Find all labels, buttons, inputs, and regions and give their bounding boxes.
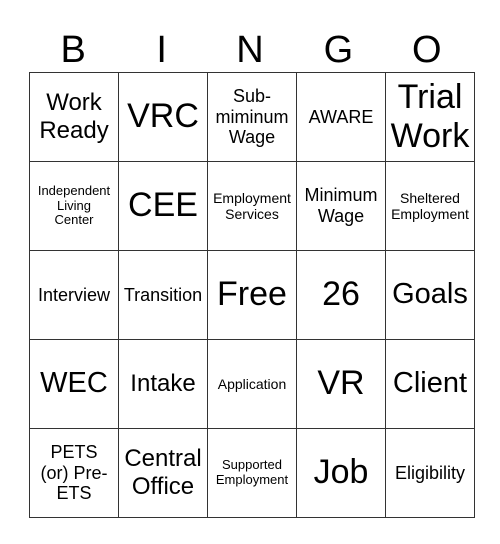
bingo-cell[interactable]: Minimum Wage [296, 161, 386, 251]
bingo-row: Interview Transition Free 26 Goals [29, 250, 475, 340]
bingo-header: B I N G O [29, 28, 471, 72]
header-letter-g: G [323, 29, 354, 71]
bingo-cell[interactable]: Work Ready [29, 72, 119, 162]
bingo-cell[interactable]: WEC [29, 339, 119, 429]
header-letter-o: O [412, 29, 442, 71]
bingo-cell[interactable]: Independent Living Center [29, 161, 119, 251]
bingo-cell[interactable]: PETS (or) Pre- ETS [29, 428, 119, 518]
bingo-cell[interactable]: Intake [118, 339, 208, 429]
bingo-cell[interactable]: Supported Employment [207, 428, 297, 518]
bingo-cell[interactable]: Trial Work [385, 72, 475, 162]
bingo-cell[interactable]: VRC [118, 72, 208, 162]
bingo-cell[interactable]: Interview [29, 250, 119, 340]
bingo-cell[interactable]: 26 [296, 250, 386, 340]
bingo-cell[interactable]: Employment Services [207, 161, 297, 251]
bingo-row: PETS (or) Pre- ETS Central Office Supported… [29, 428, 475, 518]
header-letter-b: B [60, 29, 86, 71]
bingo-cell[interactable]: Goals [385, 250, 475, 340]
bingo-cell[interactable]: Job [296, 428, 386, 518]
header-letter-i: I [156, 29, 167, 71]
bingo-row: WEC Intake Application VR Client [29, 339, 475, 429]
bingo-cell[interactable]: Eligibility [385, 428, 475, 518]
header-letter-n: N [236, 29, 264, 71]
bingo-row: Independent Living Center CEE Employment Se… [29, 161, 475, 251]
bingo-cell[interactable]: AWARE [296, 72, 386, 162]
bingo-cell[interactable]: Sub-miminum Wage [207, 72, 297, 162]
bingo-row: Work Ready VRC Sub-miminum Wage AWARE Tri… [29, 72, 475, 162]
bingo-cell[interactable]: Application [207, 339, 297, 429]
bingo-cell[interactable]: VR [296, 339, 386, 429]
bingo-cell[interactable]: Central Office [118, 428, 208, 518]
bingo-cell[interactable]: Transition [118, 250, 208, 340]
bingo-cell[interactable]: Client [385, 339, 475, 429]
bingo-cell[interactable]: Free [207, 250, 297, 340]
bingo-cell[interactable]: CEE [118, 161, 208, 251]
bingo-cell[interactable]: Sheltered Employment [385, 161, 475, 251]
bingo-card: Work Ready VRC Sub-miminum Wage AWARE Tri… [29, 72, 475, 518]
